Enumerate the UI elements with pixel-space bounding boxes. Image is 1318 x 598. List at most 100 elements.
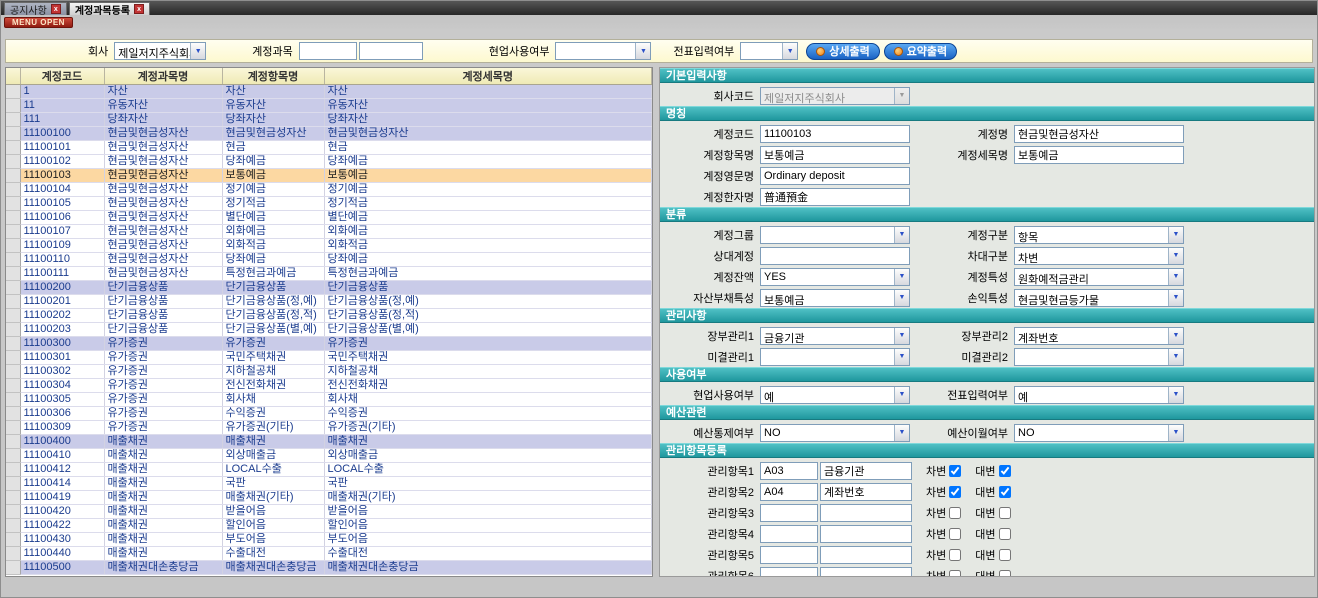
grid-cell-detail[interactable]: LOCAL수출 bbox=[324, 463, 652, 477]
table-row[interactable]: 11100422매출채권할인어음할인어음 bbox=[6, 519, 652, 533]
row-selector[interactable] bbox=[6, 533, 20, 547]
grid-cell-detail[interactable]: 수출대전 bbox=[324, 547, 652, 561]
row-selector[interactable] bbox=[6, 365, 20, 379]
row-selector[interactable] bbox=[6, 183, 20, 197]
row-selector[interactable] bbox=[6, 113, 20, 127]
grid-cell-detail[interactable]: 당좌자산 bbox=[324, 113, 652, 127]
table-row[interactable]: 11100301유가증권국민주택채권국민주택채권 bbox=[6, 351, 652, 365]
table-row[interactable]: 11100101현금및현금성자산현금현금 bbox=[6, 141, 652, 155]
account-balance-select[interactable]: YES▼ bbox=[760, 268, 910, 286]
grid-cell-code[interactable]: 11100430 bbox=[20, 533, 104, 547]
grid-cell-detail[interactable]: 외화적금 bbox=[324, 239, 652, 253]
grid-cell-name[interactable]: 당좌자산 bbox=[104, 113, 222, 127]
table-row[interactable]: 11100105현금및현금성자산정기적금정기적금 bbox=[6, 197, 652, 211]
grid-cell-code[interactable]: 11100414 bbox=[20, 477, 104, 491]
grid-cell-name[interactable]: 현금및현금성자산 bbox=[104, 127, 222, 141]
credit-checkbox[interactable] bbox=[999, 465, 1011, 477]
english-name-input[interactable] bbox=[760, 167, 910, 185]
grid-cell-name[interactable]: 자산 bbox=[104, 85, 222, 99]
account-code-filter-input[interactable] bbox=[299, 42, 357, 60]
grid-cell-code[interactable]: 11100200 bbox=[20, 281, 104, 295]
asset-liability-trait-select[interactable]: 보통예금▼ bbox=[760, 289, 910, 307]
grid-cell-name[interactable]: 매출채권 bbox=[104, 477, 222, 491]
table-row[interactable]: 11100400매출채권매출채권매출채권 bbox=[6, 435, 652, 449]
grid-cell-detail[interactable]: 단기금융상품(정,적) bbox=[324, 309, 652, 323]
grid-cell-name[interactable]: 유가증권 bbox=[104, 421, 222, 435]
grid-cell-item[interactable]: 외상매출금 bbox=[222, 449, 324, 463]
grid-cell-detail[interactable]: 단기금융상품 bbox=[324, 281, 652, 295]
grid-cell-name[interactable]: 매출채권 bbox=[104, 505, 222, 519]
table-row[interactable]: 11100202단기금융상품단기금융상품(정,적)단기금융상품(정,적) bbox=[6, 309, 652, 323]
table-row[interactable]: 11100106현금및현금성자산별단예금별단예금 bbox=[6, 211, 652, 225]
grid-cell-item[interactable]: 단기금융상품(별,예) bbox=[222, 323, 324, 337]
table-row[interactable]: 11유동자산유동자산유동자산 bbox=[6, 99, 652, 113]
grid-cell-item[interactable]: 매출채권대손충당금 bbox=[222, 561, 324, 575]
grid-cell-code[interactable]: 11100309 bbox=[20, 421, 104, 435]
credit-checkbox[interactable] bbox=[999, 570, 1011, 578]
credit-checkbox[interactable] bbox=[999, 549, 1011, 561]
detail-print-button[interactable]: 상세출력 bbox=[806, 43, 879, 60]
grid-cell-name[interactable]: 유가증권 bbox=[104, 379, 222, 393]
chevron-down-icon[interactable]: ▼ bbox=[1168, 290, 1183, 306]
grid-cell-name[interactable]: 유동자산 bbox=[104, 99, 222, 113]
grid-cell-name[interactable]: 현금및현금성자산 bbox=[104, 253, 222, 267]
grid-cell-code[interactable]: 11100500 bbox=[20, 561, 104, 575]
account-name-input[interactable] bbox=[1014, 125, 1184, 143]
grid-cell-item[interactable]: 유동자산 bbox=[222, 99, 324, 113]
grid-cell-name[interactable]: 현금및현금성자산 bbox=[104, 225, 222, 239]
grid-cell-code[interactable]: 11100105 bbox=[20, 197, 104, 211]
mgmt-item-name-input[interactable] bbox=[820, 504, 912, 522]
table-row[interactable]: 11100440매출채권수출대전수출대전 bbox=[6, 547, 652, 561]
mgmt-item-name-input[interactable] bbox=[820, 567, 912, 578]
grid-cell-code[interactable]: 11100410 bbox=[20, 449, 104, 463]
grid-cell-item[interactable]: 자산 bbox=[222, 85, 324, 99]
grid-cell-code[interactable]: 11100301 bbox=[20, 351, 104, 365]
grid-cell-code[interactable]: 11100422 bbox=[20, 519, 104, 533]
grid-cell-name[interactable]: 현금및현금성자산 bbox=[104, 155, 222, 169]
row-selector[interactable] bbox=[6, 337, 20, 351]
grid-cell-name[interactable]: 현금및현금성자산 bbox=[104, 267, 222, 281]
grid-cell-item[interactable]: 당좌예금 bbox=[222, 155, 324, 169]
grid-cell-name[interactable]: 현금및현금성자산 bbox=[104, 239, 222, 253]
debit-checkbox[interactable] bbox=[949, 507, 961, 519]
grid-cell-detail[interactable]: 자산 bbox=[324, 85, 652, 99]
grid-cell-detail[interactable]: 전신전화채권 bbox=[324, 379, 652, 393]
detail-name-input[interactable] bbox=[1014, 146, 1184, 164]
account-division-select[interactable]: 항목▼ bbox=[1014, 226, 1184, 244]
grid-cell-item[interactable]: 부도어음 bbox=[222, 533, 324, 547]
row-selector[interactable] bbox=[6, 169, 20, 183]
grid-cell-name[interactable]: 현금및현금성자산 bbox=[104, 197, 222, 211]
table-row[interactable]: 11100500매출채권대손충당금매출채권대손충당금매출채권대손충당금 bbox=[6, 561, 652, 575]
grid-cell-code[interactable]: 11100103 bbox=[20, 169, 104, 183]
row-selector[interactable] bbox=[6, 519, 20, 533]
grid-cell-name[interactable]: 현금및현금성자산 bbox=[104, 169, 222, 183]
ledger-mgmt1-select[interactable]: 금융기관▼ bbox=[760, 327, 910, 345]
grid-cell-detail[interactable]: 단기금융상품(별,예) bbox=[324, 323, 652, 337]
debit-checkbox[interactable] bbox=[949, 465, 961, 477]
chevron-down-icon[interactable]: ▼ bbox=[894, 349, 909, 365]
chevron-down-icon[interactable]: ▼ bbox=[894, 328, 909, 344]
table-row[interactable]: 11100110현금및현금성자산당좌예금당좌예금 bbox=[6, 253, 652, 267]
table-row[interactable]: 11100109현금및현금성자산외화적금외화적금 bbox=[6, 239, 652, 253]
grid-cell-detail[interactable]: 당좌예금 bbox=[324, 155, 652, 169]
grid-cell-name[interactable]: 매출채권 bbox=[104, 547, 222, 561]
budget-control-select[interactable]: NO▼ bbox=[760, 424, 910, 442]
account-trait-select[interactable]: 원화예적금관리▼ bbox=[1014, 268, 1184, 286]
grid-cell-detail[interactable]: 별단예금 bbox=[324, 211, 652, 225]
mgmt-item-code-input[interactable] bbox=[760, 483, 818, 501]
mgmt-item-code-input[interactable] bbox=[760, 462, 818, 480]
mgmt-item-name-input[interactable] bbox=[820, 546, 912, 564]
chevron-down-icon[interactable]: ▼ bbox=[1168, 248, 1183, 264]
grid-cell-detail[interactable]: 현금 bbox=[324, 141, 652, 155]
grid-cell-name[interactable]: 유가증권 bbox=[104, 351, 222, 365]
grid-cell-detail[interactable]: 매출채권(기타) bbox=[324, 491, 652, 505]
grid-cell-code[interactable]: 11100104 bbox=[20, 183, 104, 197]
close-icon[interactable]: x bbox=[134, 4, 144, 14]
grid-cell-name[interactable]: 현금및현금성자산 bbox=[104, 183, 222, 197]
grid-cell-detail[interactable]: 매출채권대손충당금 bbox=[324, 561, 652, 575]
grid-cell-code[interactable]: 11100100 bbox=[20, 127, 104, 141]
grid-cell-item[interactable]: 단기금융상품 bbox=[222, 281, 324, 295]
row-selector[interactable] bbox=[6, 449, 20, 463]
credit-checkbox[interactable] bbox=[999, 528, 1011, 540]
grid-cell-detail[interactable]: 유가증권(기타) bbox=[324, 421, 652, 435]
